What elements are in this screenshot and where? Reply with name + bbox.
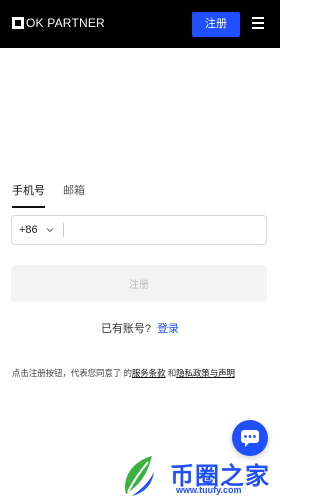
logo-text: OK PARTNER xyxy=(26,16,105,30)
terms-and: 和 xyxy=(165,368,177,378)
leaf-logo-icon xyxy=(125,456,154,496)
country-code-selector[interactable]: +86 xyxy=(19,224,54,236)
terms-prefix: 点击注册按钮，代表您同意了 的 xyxy=(12,368,132,378)
terms-of-service-link[interactable]: 服务条款 xyxy=(132,368,166,378)
privacy-policy-link[interactable]: 隐私政策与声明 xyxy=(176,368,235,378)
register-submit-button[interactable]: 注册 xyxy=(11,265,267,302)
login-prompt-text: 已有账号? xyxy=(100,323,152,335)
phone-number-field: +86 xyxy=(11,215,267,245)
okx-partner-logo[interactable]: OK PARTNER xyxy=(12,15,105,31)
register-button-header[interactable]: 注册 xyxy=(192,12,240,37)
login-prompt: 已有账号? 登录 xyxy=(0,320,280,336)
watermark-url: www.tuufy.com xyxy=(176,485,242,495)
login-link[interactable]: 登录 xyxy=(157,323,179,335)
tab-phone[interactable]: 手机号 xyxy=(12,182,45,208)
chevron-down-icon xyxy=(46,228,54,233)
okx-logo-icon xyxy=(12,17,24,29)
site-watermark: 币圈之家 www.tuufy.com xyxy=(118,450,280,500)
phone-input[interactable] xyxy=(69,216,266,244)
country-code-value: +86 xyxy=(19,224,38,236)
signup-method-tabs: 手机号 邮箱 xyxy=(12,182,85,208)
tab-email[interactable]: 邮箱 xyxy=(63,182,85,208)
top-bar: OK PARTNER 注册 xyxy=(0,0,280,48)
hamburger-menu-icon[interactable] xyxy=(252,17,266,29)
terms-notice: 点击注册按钮，代表您同意了 的服务条款 和隐私政策与声明 xyxy=(12,367,274,379)
field-divider xyxy=(62,223,64,237)
